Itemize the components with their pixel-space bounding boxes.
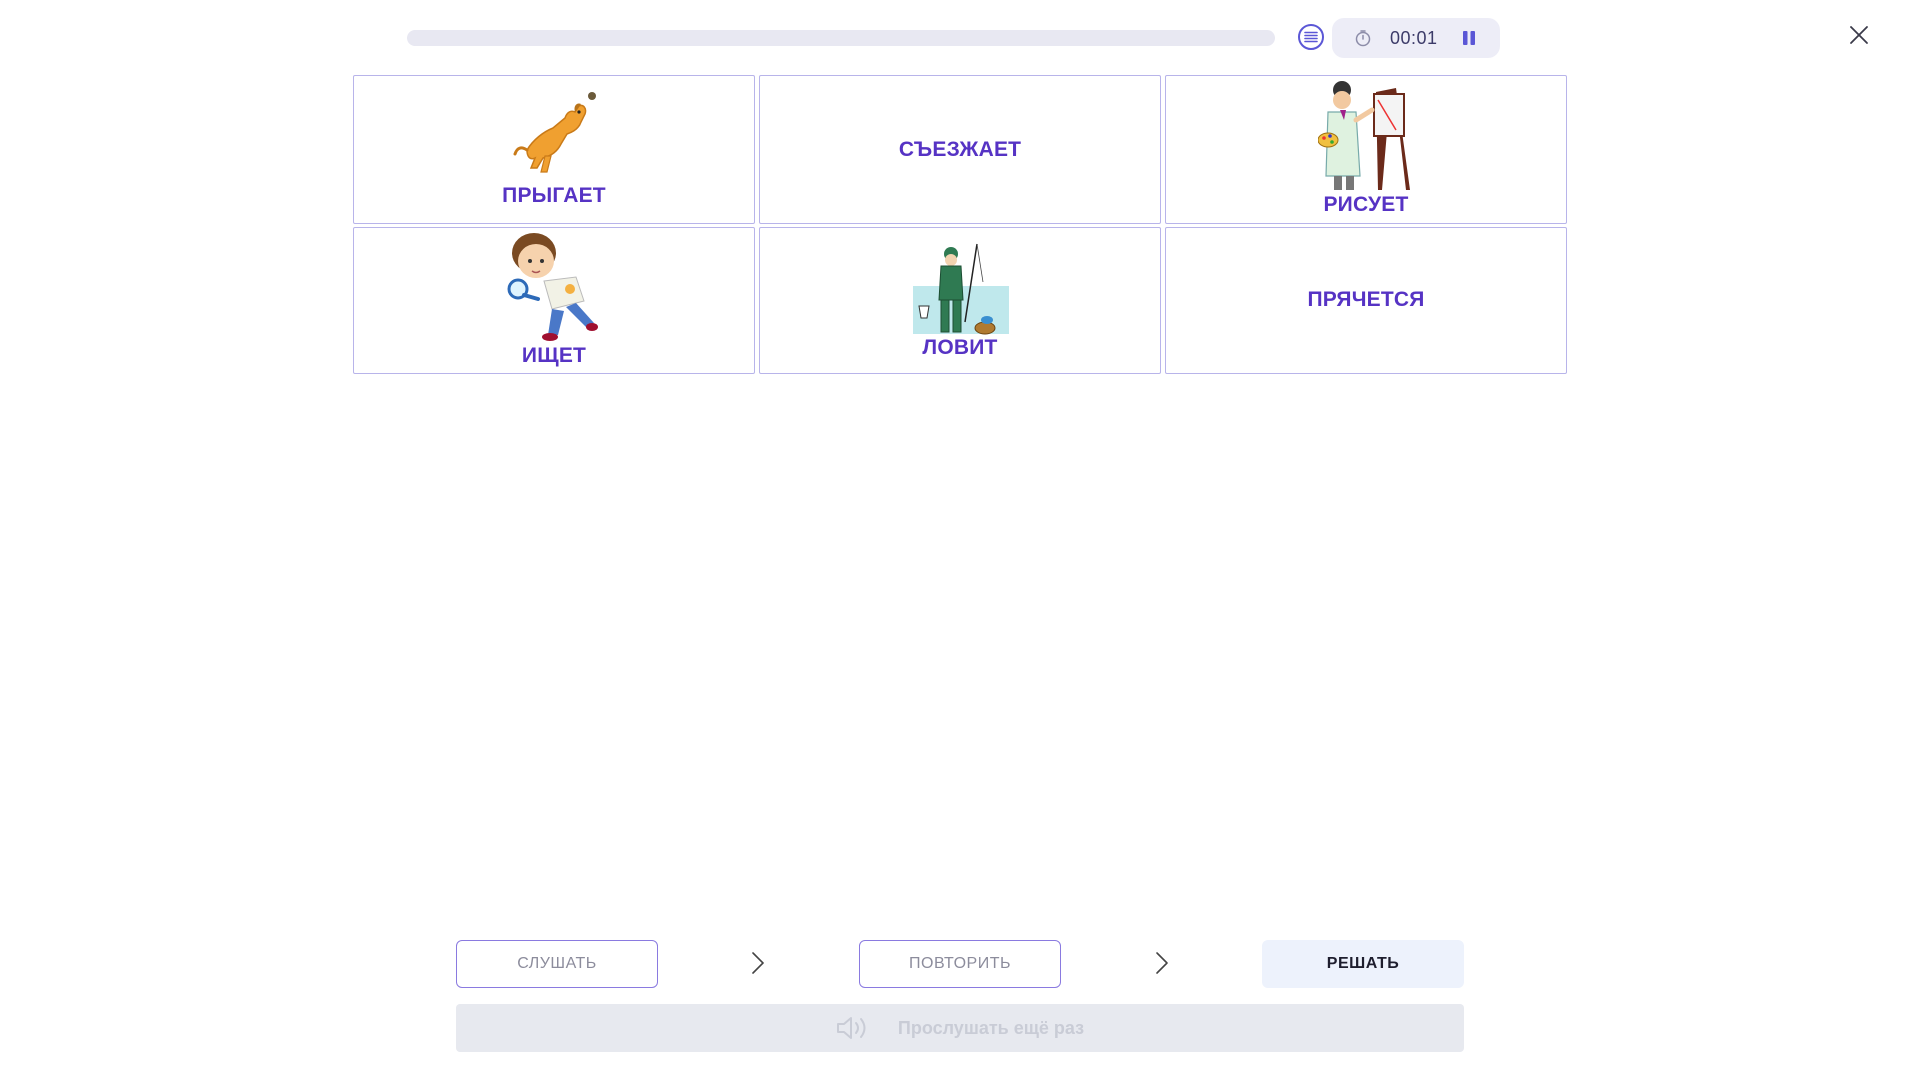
word-card[interactable]: ЛОВИТ	[759, 227, 1161, 374]
listen-again-label: Прослушать ещё раз	[897, 1017, 1085, 1038]
list-button[interactable]	[1298, 24, 1324, 50]
word-card[interactable]: ПРЫГАЕТ	[353, 75, 755, 224]
word-card[interactable]: ПРЯЧЕТСЯ	[1165, 227, 1567, 374]
word-card[interactable]: ИЩЕТ	[353, 227, 755, 374]
close-icon[interactable]	[1848, 24, 1870, 46]
speaker-icon	[836, 1017, 866, 1039]
jumping-dog-image	[513, 92, 596, 173]
listen-step-button[interactable]: СЛУШАТЬ	[456, 940, 658, 988]
word-card-label: СЪЕЗЖАЕТ	[898, 138, 1022, 161]
listen-again-button[interactable]: Прослушать ещё раз	[456, 1004, 1464, 1052]
stopwatch-icon	[1355, 30, 1371, 47]
timer-value: 00:01	[1390, 28, 1438, 48]
word-card[interactable]: РИСУЕТ	[1165, 75, 1567, 224]
repeat-step-button[interactable]: ПОВТОРИТЬ	[859, 940, 1061, 988]
word-card-label: ПРЯЧЕТСЯ	[1307, 288, 1425, 311]
word-card-label: ИЩЕТ	[521, 344, 587, 367]
boy-with-magnifier-image	[507, 233, 598, 341]
word-card-label: ПРЫГАЕТ	[502, 184, 606, 207]
timer: 00:01	[1332, 18, 1500, 58]
word-card-label: РИСУЕТ	[1323, 193, 1409, 216]
chevron-right-icon	[1156, 952, 1168, 974]
word-card-grid: ПРЫГАЕТ СЪЕЗЖАЕТ РИСУЕТ ИЩЕТ ЛОВИТ ПРЯЧЕ…	[353, 75, 1567, 374]
solve-step-button[interactable]: РЕШАТЬ	[1262, 940, 1464, 988]
word-card-label: ЛОВИТ	[922, 336, 998, 359]
fisherman-image	[913, 243, 1009, 335]
chevron-right-icon	[752, 952, 764, 974]
list-icon	[1304, 31, 1318, 43]
word-card[interactable]: СЪЕЗЖАЕТ	[759, 75, 1161, 224]
progress-bar	[407, 30, 1275, 46]
painter-at-easel-image	[1318, 81, 1410, 190]
pause-icon[interactable]	[1460, 29, 1478, 47]
